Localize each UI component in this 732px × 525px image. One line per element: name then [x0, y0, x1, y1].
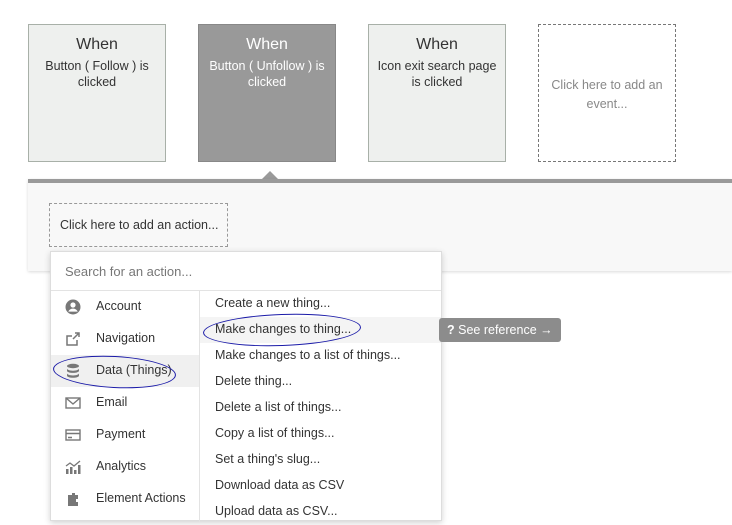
database-icon	[65, 363, 81, 379]
category-email[interactable]: Email	[51, 387, 199, 419]
action-list: Create a new thing... Make changes to th…	[200, 291, 441, 522]
action-category-list: Account Navigation Data (Things) Email P…	[51, 291, 200, 522]
action-label: Set a thing's slug...	[215, 452, 321, 466]
event-when-label: When	[76, 36, 118, 53]
action-label: Delete a list of things...	[215, 400, 342, 414]
category-label: Data (Things)	[96, 363, 172, 377]
action-search-input[interactable]	[51, 252, 441, 291]
action-delete-list[interactable]: Delete a list of things...	[200, 395, 441, 421]
credit-card-icon	[65, 427, 81, 443]
action-make-changes-to-list[interactable]: Make changes to a list of things...	[200, 343, 441, 369]
category-label: Email	[96, 395, 128, 409]
action-label: Copy a list of things...	[215, 426, 335, 440]
event-when-label: When	[416, 36, 458, 53]
event-description: Button ( Follow ) is clicked	[45, 59, 149, 89]
action-label: Make changes to thing...	[215, 322, 352, 336]
action-label: Make changes to a list of things...	[215, 348, 401, 362]
category-label: Account	[96, 299, 142, 313]
action-label: Download data as CSV	[215, 478, 345, 492]
action-download-csv[interactable]: Download data as CSV	[200, 473, 441, 499]
action-set-slug[interactable]: Set a thing's slug...	[200, 447, 441, 473]
element-actions-icon	[65, 491, 81, 507]
event-description: Button ( Unfollow ) is clicked	[209, 59, 325, 89]
event-card-unfollow-clicked[interactable]: When Button ( Unfollow ) is clicked	[198, 24, 336, 162]
action-upload-csv[interactable]: Upload data as CSV...	[200, 499, 441, 525]
action-picker-dropdown: Account Navigation Data (Things) Email P…	[50, 251, 442, 522]
action-label: Delete thing...	[215, 374, 293, 388]
action-label: Create a new thing...	[215, 296, 331, 310]
see-reference-label: See reference →	[458, 323, 553, 337]
category-label: Payment	[96, 427, 146, 441]
category-label: Navigation	[96, 331, 156, 345]
add-action-button[interactable]: Click here to add an action...	[49, 203, 228, 247]
action-delete-thing[interactable]: Delete thing...	[200, 369, 441, 395]
event-description: Icon exit search page is clicked	[377, 59, 497, 89]
category-account[interactable]: Account	[51, 291, 199, 323]
action-create-new-thing[interactable]: Create a new thing...	[200, 291, 441, 317]
category-analytics[interactable]: Analytics	[51, 451, 199, 483]
selected-event-pointer	[262, 171, 278, 179]
category-data-things[interactable]: Data (Things)	[51, 355, 199, 387]
user-icon	[65, 299, 81, 315]
see-reference-button[interactable]: ? See reference →	[439, 318, 561, 342]
event-card-follow-clicked[interactable]: When Button ( Follow ) is clicked	[28, 24, 166, 162]
add-event-label: Click here to add an event...	[551, 78, 663, 111]
category-label: Analytics	[96, 459, 147, 473]
event-card-exit-search-clicked[interactable]: When Icon exit search page is clicked	[368, 24, 506, 162]
category-navigation[interactable]: Navigation	[51, 323, 199, 355]
action-copy-list[interactable]: Copy a list of things...	[200, 421, 441, 447]
event-when-label: When	[246, 36, 288, 53]
action-make-changes-to-thing[interactable]: Make changes to thing...	[200, 317, 441, 343]
action-label: Upload data as CSV...	[215, 504, 338, 518]
question-icon: ?	[447, 323, 455, 337]
email-icon	[65, 395, 81, 411]
add-event-card[interactable]: Click here to add an event...	[538, 24, 676, 162]
category-label: Element Actions	[96, 491, 186, 505]
category-payment[interactable]: Payment	[51, 419, 199, 451]
navigation-icon	[65, 331, 81, 347]
analytics-icon	[65, 459, 81, 475]
category-element-actions[interactable]: Element Actions	[51, 483, 199, 515]
